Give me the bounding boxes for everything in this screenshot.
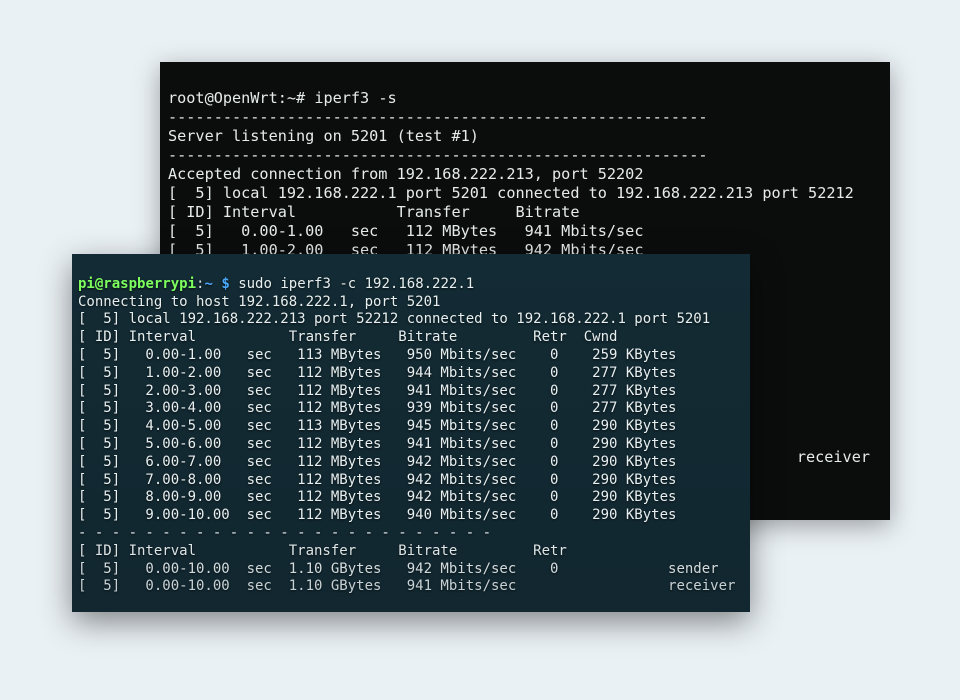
client-user: pi [78,276,95,292]
client-row: [ 5] 5.00-6.00 sec 112 MBytes 941 Mbits/… [78,436,676,452]
client-row: [ 5] 4.00-5.00 sec 113 MBytes 945 Mbits/… [78,418,676,434]
server-rule-2: ----------------------------------------… [168,146,707,164]
client-terminal-reflection: [ 5] 0.00-10.00 sec 1.10 GBytes 942 Mbit… [72,532,750,612]
client-host: raspberrypi [103,276,196,292]
client-row: [ 5] 9.00-10.00 sec 112 MBytes 940 Mbits… [78,507,676,523]
client-sigil: $ [213,276,238,292]
client-row: [ 5] 7.00-8.00 sec 112 MBytes 942 Mbits/… [78,472,676,488]
client-row: [ 5] 3.00-4.00 sec 112 MBytes 939 Mbits/… [78,400,676,416]
server-rule-1: ----------------------------------------… [168,108,707,126]
server-command: iperf3 -s [314,89,396,107]
server-listening: Server listening on 5201 (test #1) [168,127,479,145]
screenshot-stage: receiver root@OpenWrt:~# iperf3 -s -----… [0,0,960,700]
client-row: [ 5] 8.00-9.00 sec 112 MBytes 942 Mbits/… [78,489,676,505]
server-accepted: Accepted connection from 192.168.222.213… [168,165,643,183]
server-row: [ 5] 0.00-1.00 sec 112 MBytes 941 Mbits/… [168,222,643,240]
client-local: [ 5] local 192.168.222.213 port 52212 co… [78,311,710,327]
client-header: [ ID] Interval Transfer Bitrate Retr Cwn… [78,329,617,345]
client-connecting: Connecting to host 192.168.222.1, port 5… [78,294,440,310]
client-row: [ 5] 0.00-1.00 sec 113 MBytes 950 Mbits/… [78,347,676,363]
server-prompt: root@OpenWrt:~# [168,89,314,107]
client-row: [ 5] 1.00-2.00 sec 112 MBytes 944 Mbits/… [78,365,676,381]
server-header: [ ID] Interval Transfer Bitrate [168,203,579,221]
server-receiver-label: receiver [797,448,870,467]
client-path: ~ [204,276,212,292]
client-command: sudo iperf3 -c 192.168.222.1 [238,276,474,292]
server-connected: [ 5] local 192.168.222.1 port 5201 conne… [168,184,854,202]
client-row: [ 5] 6.00-7.00 sec 112 MBytes 942 Mbits/… [78,454,676,470]
client-row: [ 5] 2.00-3.00 sec 112 MBytes 941 Mbits/… [78,383,676,399]
